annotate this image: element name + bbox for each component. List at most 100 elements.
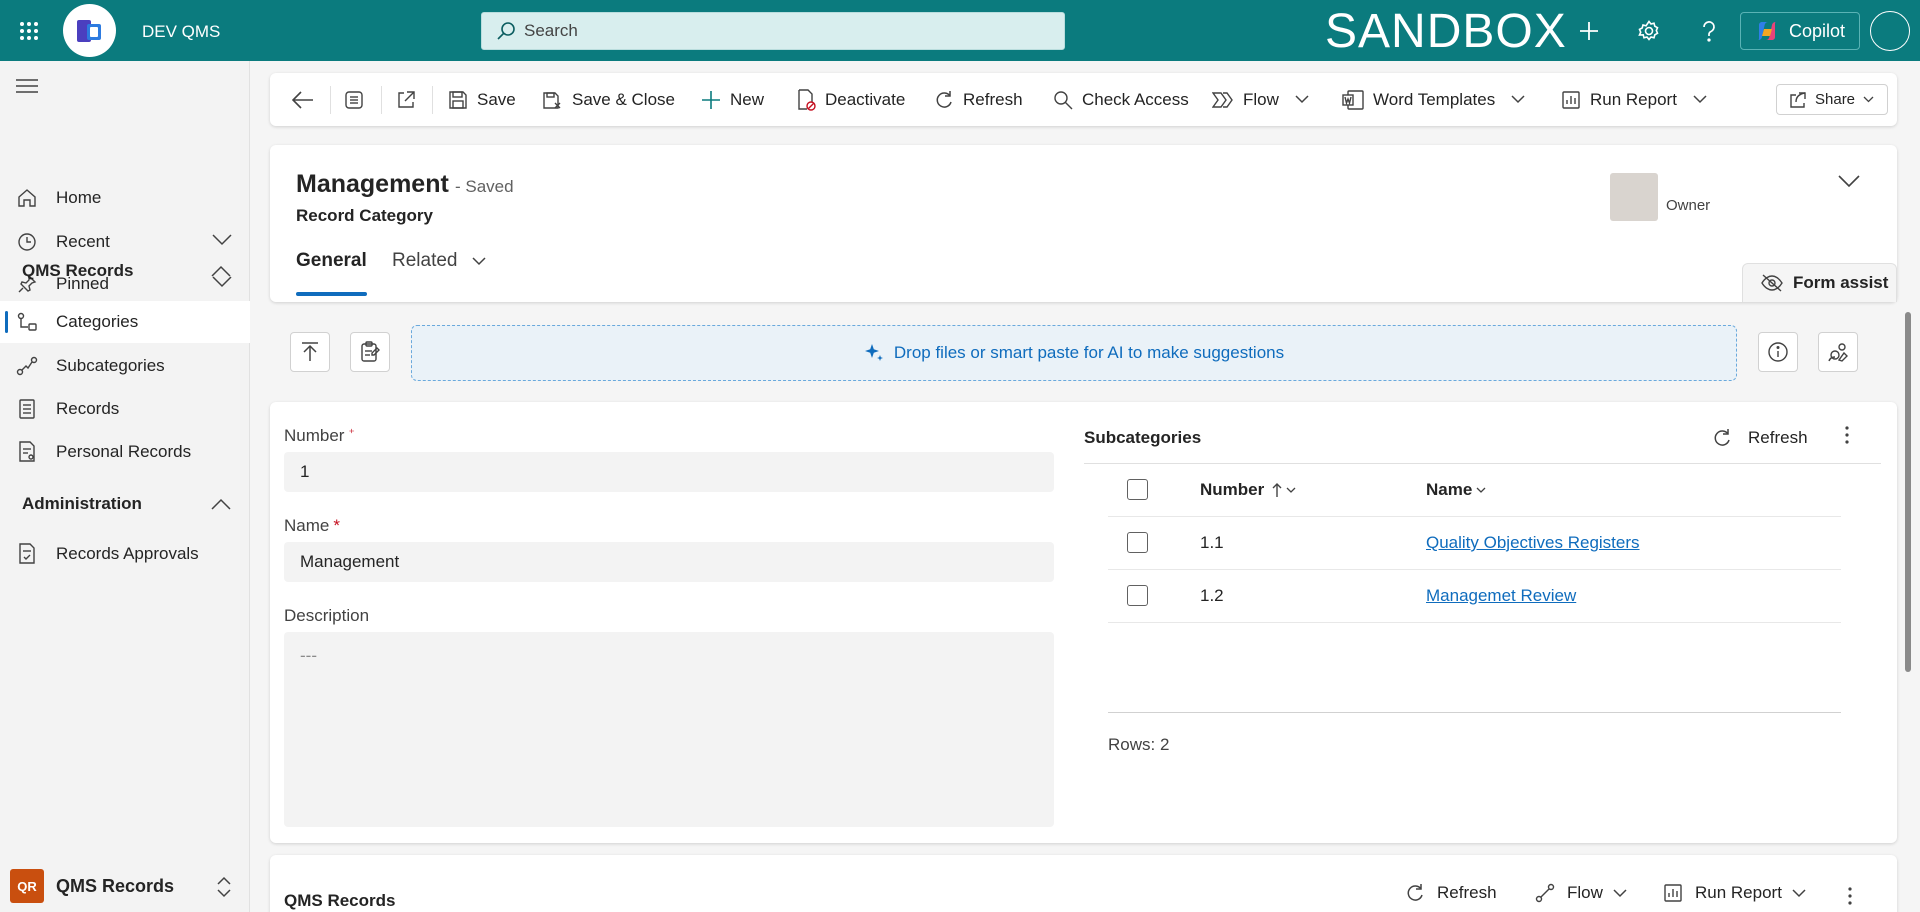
check-access-button[interactable]: Check Access [1053, 73, 1189, 126]
chevron-down-icon [1693, 95, 1707, 104]
search-placeholder: Search [524, 21, 578, 40]
hamburger-menu-icon[interactable] [16, 79, 38, 93]
upload-button[interactable] [290, 332, 330, 372]
section-run-report-button[interactable]: Run Report [1663, 883, 1806, 903]
description-field[interactable]: --- [284, 632, 1054, 827]
separator [381, 86, 382, 114]
run-report-button[interactable]: Run Report [1561, 73, 1707, 126]
active-tab-indicator [296, 292, 367, 296]
sidebar-item-categories[interactable]: Categories [0, 301, 250, 343]
name-field[interactable]: Management [284, 542, 1054, 582]
refresh-button[interactable]: Refresh [934, 73, 1023, 126]
save-button[interactable]: Save [448, 73, 516, 126]
sidebar: Home Recent Pinned QMS Records Categorie… [0, 61, 250, 912]
qms-records-section: QMS Records Refresh Flow Run Report [270, 855, 1897, 912]
chevron-up-down-icon [216, 876, 232, 898]
word-templates-label: Word Templates [1373, 89, 1496, 109]
form-view-button[interactable] [344, 73, 364, 126]
user-avatar[interactable] [1870, 11, 1910, 51]
area-switcher[interactable]: QR QMS Records [0, 860, 250, 912]
sidebar-item-recent[interactable]: Recent [0, 221, 250, 263]
help-icon[interactable] [1694, 16, 1724, 46]
approvals-icon [16, 543, 38, 565]
number-label-text: Number [284, 426, 345, 445]
chevron-down-icon[interactable] [212, 234, 232, 246]
separator [432, 86, 433, 114]
sidebar-item-personal-records[interactable]: Personal Records [0, 431, 250, 473]
open-new-window-button[interactable] [396, 73, 416, 126]
new-button[interactable]: New [701, 73, 764, 126]
copilot-button[interactable]: Copilot [1740, 12, 1860, 50]
column-header-name[interactable]: Name [1426, 480, 1486, 500]
more-options-icon[interactable] [1848, 887, 1852, 905]
tab-related-label: Related [392, 250, 458, 271]
flow-button[interactable]: Flow [1212, 73, 1309, 126]
description-field-label: Description [284, 606, 370, 625]
vertical-scrollbar[interactable] [1905, 312, 1911, 672]
row-name-link[interactable]: Quality Objectives Registers [1426, 533, 1640, 553]
subgrid-refresh-button[interactable]: Refresh [1712, 418, 1808, 458]
row-checkbox[interactable] [1127, 585, 1148, 606]
row-number: 1.2 [1200, 586, 1224, 605]
row-name-link[interactable]: Managemet Review [1426, 586, 1576, 606]
owner-avatar[interactable] [1610, 173, 1658, 221]
sidebar-item-records[interactable]: Records [0, 388, 250, 430]
section-refresh-button[interactable]: Refresh [1405, 883, 1497, 903]
sidebar-item-label: Recent [56, 232, 110, 251]
table-row[interactable]: 1.1 Quality Objectives Registers [1108, 517, 1841, 570]
nav-group-administration[interactable]: Administration [22, 494, 142, 514]
qms-records-section-title: QMS Records [284, 891, 396, 910]
info-button[interactable] [1758, 332, 1798, 372]
word-templates-button[interactable]: Word Templates [1342, 73, 1525, 126]
tab-general[interactable]: General [296, 250, 367, 272]
plus-icon[interactable] [1574, 16, 1604, 46]
record-title: Management [296, 170, 449, 198]
smart-paste-icon [360, 341, 380, 363]
nav-group-qms-records[interactable]: QMS Records [22, 261, 133, 281]
flow-icon [1212, 91, 1234, 109]
smart-paste-button[interactable] [350, 332, 390, 372]
chevron-down-icon [1286, 487, 1296, 494]
chevron-up-icon[interactable] [211, 498, 231, 510]
save-close-icon [541, 89, 563, 111]
grid-header-row: Number Name [1108, 464, 1841, 517]
share-icon [1789, 91, 1807, 109]
sidebar-item-records-approvals[interactable]: Records Approvals [0, 533, 250, 575]
chevron-down-icon[interactable] [212, 276, 232, 288]
column-header-name-label: Name [1426, 480, 1473, 499]
chevron-up-icon[interactable] [211, 265, 231, 277]
search-input[interactable]: Search [481, 12, 1065, 50]
sidebar-item-subcategories[interactable]: Subcategories [0, 345, 250, 387]
select-all-checkbox[interactable] [1127, 479, 1148, 500]
app-launcher-icon[interactable] [14, 16, 44, 46]
tab-related[interactable]: Related [392, 250, 486, 272]
more-options-icon[interactable] [1845, 426, 1849, 444]
app-name[interactable]: DEV QMS [142, 22, 220, 42]
app-logo[interactable] [63, 4, 116, 57]
share-button[interactable]: Share [1776, 84, 1888, 115]
column-header-number[interactable]: Number [1200, 480, 1296, 500]
row-checkbox[interactable] [1127, 532, 1148, 553]
chevron-down-icon [1863, 96, 1874, 103]
table-row[interactable]: 1.2 Managemet Review [1108, 570, 1841, 623]
subgrid-refresh-label: Refresh [1748, 428, 1808, 447]
name-label-text: Name [284, 516, 330, 535]
gear-icon[interactable] [1634, 16, 1664, 46]
save-icon [448, 90, 468, 110]
copilot-icon [1755, 19, 1779, 43]
form-assist-button[interactable]: Form assist [1742, 263, 1897, 302]
expand-header-chevron-icon[interactable] [1838, 175, 1860, 188]
sidebar-item-home[interactable]: Home [0, 177, 250, 219]
run-report-label: Run Report [1590, 89, 1677, 109]
deactivate-button[interactable]: Deactivate [796, 73, 905, 126]
number-field[interactable]: 1 [284, 452, 1054, 492]
refresh-icon [1712, 428, 1732, 448]
sidebar-item-label: Records Approvals [56, 544, 199, 563]
ai-dropzone[interactable]: Drop files or smart paste for AI to make… [411, 325, 1737, 381]
command-bar: Save Save & Close New Deactivate Refresh… [270, 73, 1897, 126]
flow-label: Flow [1243, 89, 1279, 109]
save-close-button[interactable]: Save & Close [541, 73, 675, 126]
section-flow-button[interactable]: Flow [1535, 883, 1627, 903]
back-button[interactable] [292, 73, 314, 126]
ai-settings-button[interactable] [1818, 332, 1858, 372]
